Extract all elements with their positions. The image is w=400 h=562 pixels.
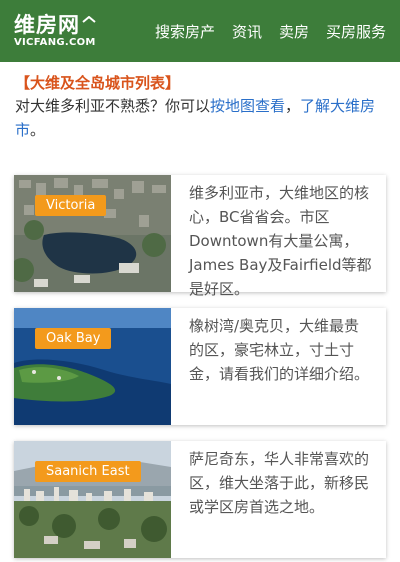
city-desc-victoria: 维多利亚市，大维地区的核心，BC省省会。市区Downtown有大量公寓，Jame…	[189, 184, 372, 298]
city-card-saanich-east[interactable]: Saanich East 萨尼奇东，华人非常喜欢的区，维大坐落于此，新移民或学区…	[14, 441, 386, 558]
nav-sell[interactable]: 卖房	[279, 21, 309, 42]
house-icon	[82, 15, 96, 23]
city-list: Victoria 维多利亚市，大维地区的核心，BC省省会。市区Downtown有…	[0, 142, 400, 558]
main-nav: 搜索房产 资讯 卖房 买房服务	[138, 21, 386, 42]
logo-text-cn: 维房网	[14, 12, 80, 37]
city-tag-victoria: Victoria	[35, 195, 107, 216]
intro-text-after: 。	[30, 121, 46, 139]
city-photo-oak-bay: Oak Bay	[14, 308, 171, 425]
city-photo-saanich-east: Saanich East	[14, 441, 171, 558]
intro-sep: ，	[285, 97, 301, 115]
site-header: 维房网 VICFANG.COM 搜索房产 资讯 卖房 买房服务	[0, 0, 400, 62]
map-view-link[interactable]: 按地图查看	[210, 97, 285, 115]
logo-text-en: VICFANG.COM	[14, 36, 96, 48]
nav-buy-service[interactable]: 买房服务	[326, 21, 386, 42]
intro-text: 对大维多利亚不熟悉？你可以按地图查看，了解大维房市。	[15, 94, 385, 142]
intro-section: 【大维及全岛城市列表】 对大维多利亚不熟悉？你可以按地图查看，了解大维房市。	[0, 62, 400, 142]
site-logo[interactable]: 维房网 VICFANG.COM	[14, 12, 96, 48]
intro-text-before: 对大维多利亚不熟悉？你可以	[15, 97, 211, 115]
city-photo-victoria: Victoria	[14, 175, 171, 292]
city-tag-saanich-east: Saanich East	[35, 461, 141, 482]
nav-search-property[interactable]: 搜索房产	[155, 21, 215, 42]
city-desc-oak-bay: 橡树湾/奥克贝，大维最贵的区，豪宅林立，寸土寸金，请看我们的详细介绍。	[189, 317, 370, 383]
city-card-victoria[interactable]: Victoria 维多利亚市，大维地区的核心，BC省省会。市区Downtown有…	[14, 175, 386, 298]
intro-title: 【大维及全岛城市列表】	[15, 74, 181, 92]
nav-news[interactable]: 资讯	[232, 21, 262, 42]
city-tag-oak-bay: Oak Bay	[35, 328, 112, 349]
city-desc-saanich-east: 萨尼奇东，华人非常喜欢的区，维大坐落于此，新移民或学区房首选之地。	[189, 450, 370, 516]
city-card-oak-bay[interactable]: Oak Bay 橡树湾/奥克贝，大维最贵的区，豪宅林立，寸土寸金，请看我们的详细…	[14, 308, 386, 425]
